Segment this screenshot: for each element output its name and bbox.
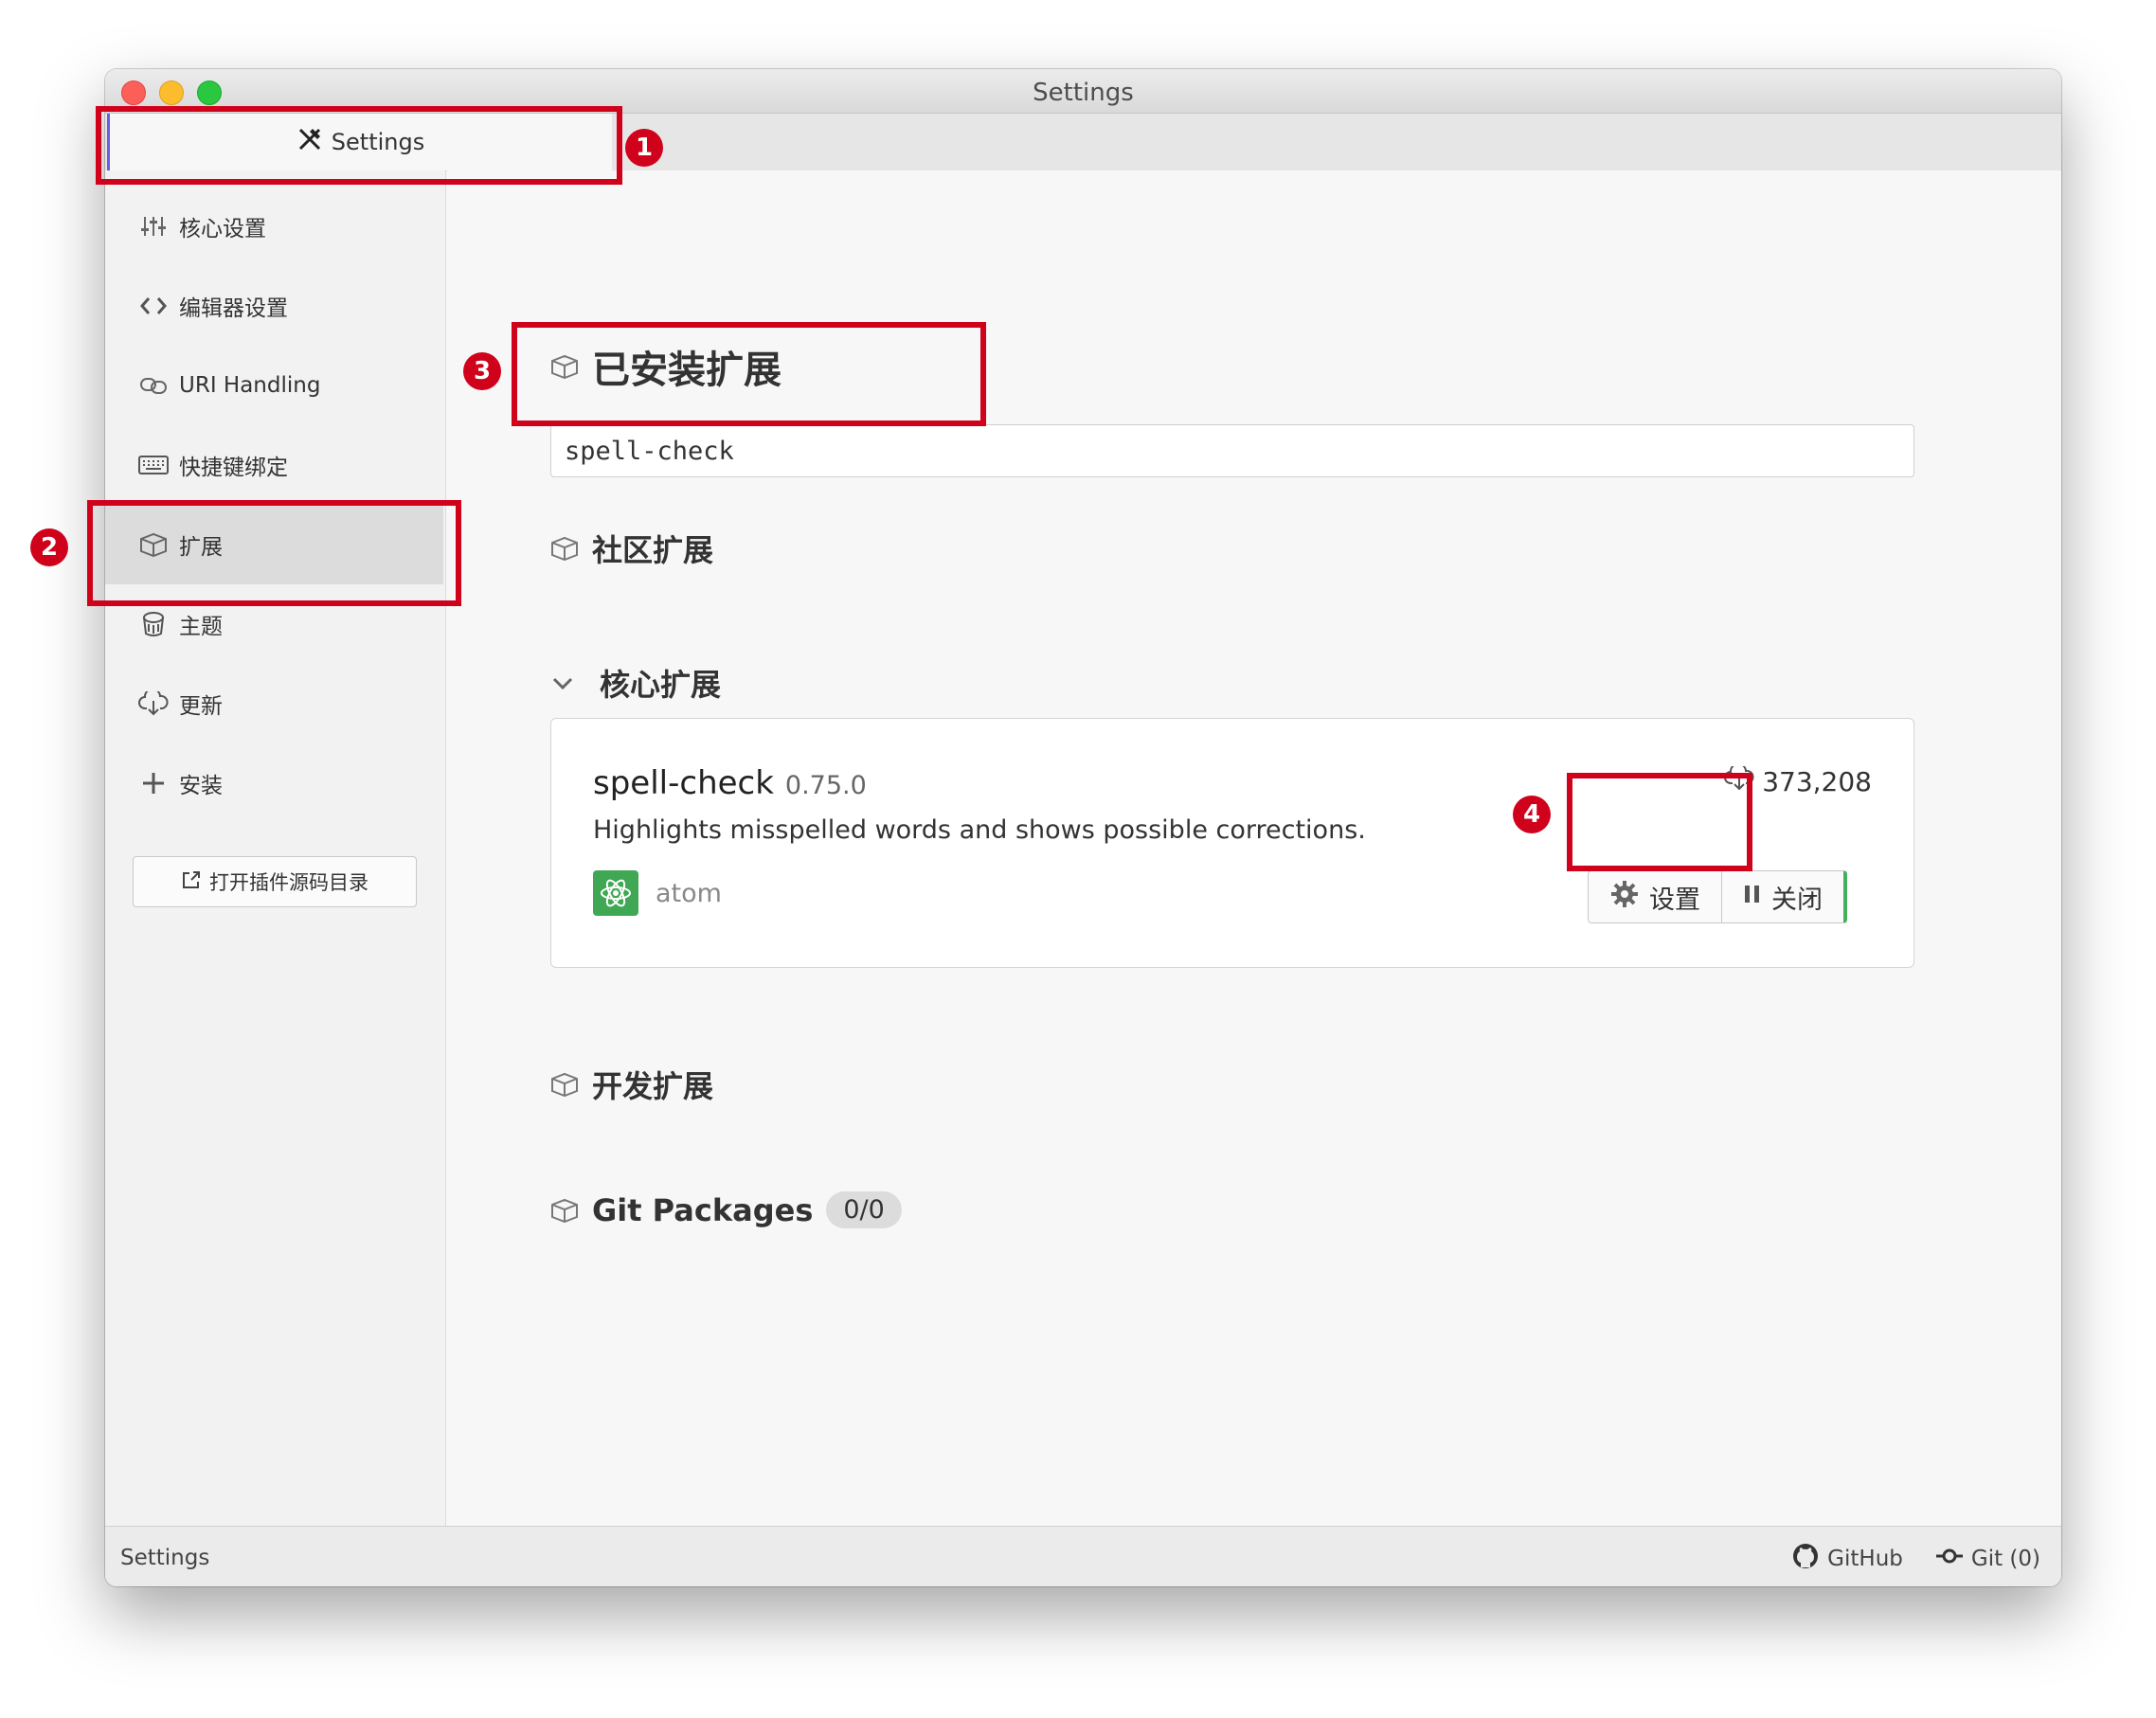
sidebar-item-label: 更新: [179, 694, 223, 719]
git-label: Git (0): [1970, 1547, 2040, 1571]
package-icon: [550, 1072, 579, 1097]
package-settings-button[interactable]: 设置: [1588, 870, 1722, 923]
section-title: 核心扩展: [600, 667, 722, 703]
package-icon: [550, 1198, 579, 1223]
annotation-box-2: [87, 500, 461, 606]
sidebar-item-label: 安装: [179, 774, 223, 798]
gear-icon: [1609, 879, 1640, 916]
sidebar-item-uri-handling[interactable]: URI Handling: [105, 346, 445, 425]
atom-logo-icon: [593, 870, 638, 916]
search-value: spell-check: [565, 436, 734, 466]
link-icon: [137, 376, 170, 395]
sidebar-item-keybindings[interactable]: 快捷键绑定: [105, 425, 445, 505]
github-icon: [1791, 1542, 1820, 1576]
external-link-icon: [181, 869, 202, 895]
plus-icon: [137, 771, 170, 796]
sidebar-item-label: 快捷键绑定: [179, 456, 288, 480]
package-disable-button[interactable]: 关闭: [1722, 870, 1847, 923]
status-right-group: GitHub Git (0): [1791, 1542, 2040, 1576]
sidebar-item-editor-settings[interactable]: 编辑器设置: [105, 266, 445, 346]
code-icon: [137, 295, 170, 316]
pause-icon: [1743, 883, 1762, 912]
section-title: Git Packages: [592, 1191, 814, 1228]
git-packages-heading[interactable]: Git Packages 0/0: [550, 1191, 902, 1228]
section-title: 社区扩展: [592, 532, 714, 568]
core-packages-heading[interactable]: 核心扩展: [550, 661, 721, 705]
sidebar-item-label: 编辑器设置: [179, 296, 288, 321]
github-label: GitHub: [1827, 1547, 1903, 1571]
window-title: Settings: [1033, 79, 1134, 107]
status-git[interactable]: Git (0): [1935, 1547, 2040, 1571]
sliders-icon: [137, 215, 170, 238]
paintcan-icon: [137, 611, 170, 637]
package-description: Highlights misspelled words and shows po…: [593, 815, 1366, 845]
package-actions: 设置 关闭: [1588, 870, 1847, 923]
status-bar: Settings GitHub Git (0): [105, 1526, 2061, 1586]
package-title[interactable]: spell-check 0.75.0: [593, 764, 867, 802]
sidebar: 核心设置 编辑器设置 URI Handling 快捷键绑定 扩展 主题 更新 安…: [105, 170, 446, 1586]
package-name: spell-check: [593, 764, 774, 802]
sidebar-item-updates[interactable]: 更新: [105, 664, 445, 743]
open-dir-label: 打开插件源码目录: [209, 871, 368, 894]
annotation-badge-4: 4: [1513, 796, 1551, 833]
disable-button-label: 关闭: [1771, 885, 1823, 915]
git-commit-icon: [1935, 1547, 1964, 1571]
dev-packages-heading[interactable]: 开发扩展: [550, 1063, 713, 1106]
annotation-box-4: [1567, 773, 1752, 871]
annotation-box-3: [512, 322, 986, 426]
keyboard-icon: [137, 455, 170, 475]
community-packages-heading[interactable]: 社区扩展: [550, 527, 713, 570]
annotation-badge-2: 2: [30, 528, 68, 566]
cloud-download-icon: [137, 691, 170, 716]
settings-window: Settings Settings 核心设置 编辑器设置 URI Handlin…: [105, 69, 2061, 1586]
sidebar-item-label: 核心设置: [179, 217, 266, 242]
section-title: 开发扩展: [592, 1068, 714, 1104]
annotation-badge-3: 3: [463, 352, 501, 390]
status-settings-label[interactable]: Settings: [120, 1546, 209, 1570]
sidebar-item-install[interactable]: 安装: [105, 743, 445, 823]
settings-button-label: 设置: [1649, 885, 1700, 915]
sidebar-item-core-settings[interactable]: 核心设置: [105, 187, 445, 266]
status-github[interactable]: GitHub: [1791, 1542, 1903, 1576]
open-package-dir-button[interactable]: 打开插件源码目录: [133, 856, 417, 907]
package-author[interactable]: atom: [593, 870, 722, 916]
author-name: atom: [656, 878, 722, 908]
download-count-value: 373,208: [1762, 766, 1872, 797]
package-search-input[interactable]: spell-check: [550, 424, 1914, 477]
package-icon: [550, 536, 579, 561]
sidebar-item-label: 主题: [179, 615, 223, 639]
chevron-down-icon[interactable]: [550, 671, 575, 695]
git-count-badge: 0/0: [826, 1191, 902, 1228]
annotation-box-1: [96, 106, 622, 185]
annotation-badge-1: 1: [625, 129, 663, 167]
sidebar-item-label: URI Handling: [179, 373, 321, 398]
package-version: 0.75.0: [784, 771, 867, 800]
